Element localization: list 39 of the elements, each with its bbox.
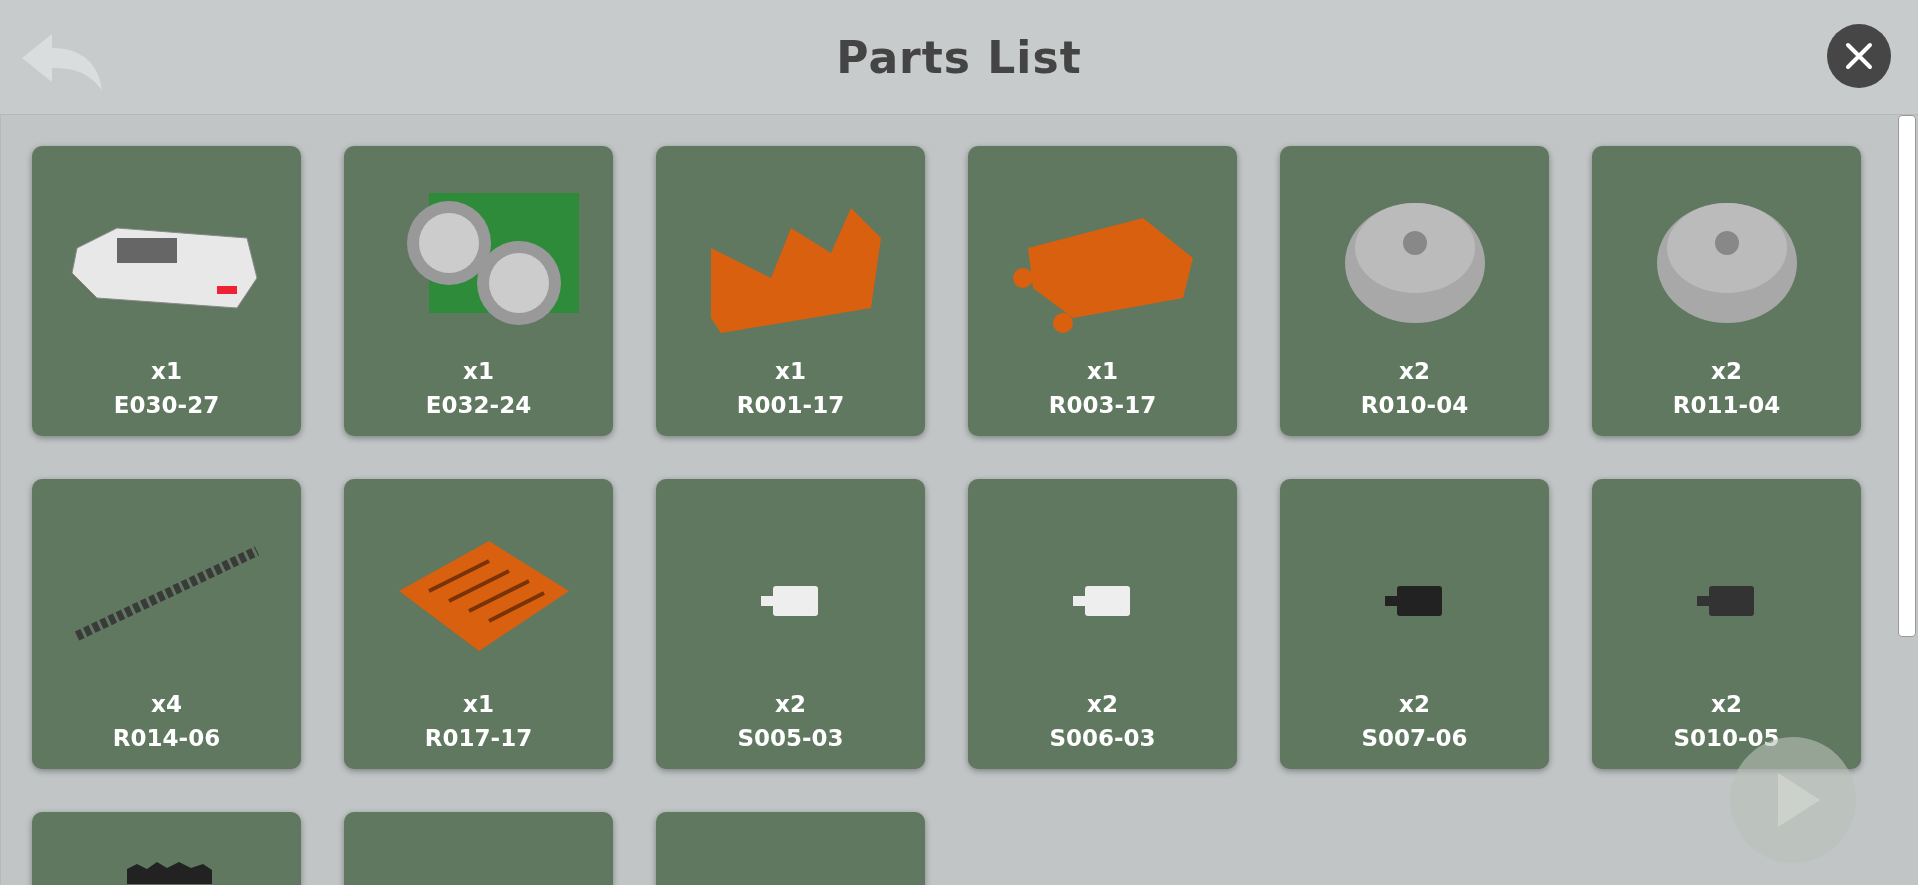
part-code: S010-05	[1673, 725, 1780, 751]
part-quantity: x2	[1711, 691, 1742, 717]
part-quantity: x2	[1711, 358, 1742, 384]
page-title: Parts List	[836, 31, 1082, 83]
part-code: S006-03	[1049, 725, 1156, 751]
part-code: R001-17	[736, 392, 845, 418]
part-quantity: x2	[1399, 691, 1430, 717]
part-quantity: x1	[463, 691, 494, 717]
part-quantity: x4	[151, 691, 182, 717]
part-quantity: x1	[463, 358, 494, 384]
part-card[interactable]: x2 S005-03	[656, 479, 925, 769]
scrollbar-thumb[interactable]	[1898, 115, 1916, 637]
part-card[interactable]: x2 S006-03	[968, 479, 1237, 769]
part-code: R003-17	[1048, 392, 1157, 418]
part-code: R011-04	[1672, 392, 1781, 418]
part-card[interactable]: x1 E032-24	[344, 146, 613, 436]
part-card[interactable]: x2 R011-04	[1592, 146, 1861, 436]
close-icon	[1844, 41, 1874, 71]
part-quantity: x1	[1087, 358, 1118, 384]
part-code: E032-24	[425, 392, 532, 418]
part-code: R010-04	[1360, 392, 1469, 418]
part-card[interactable]: x1 R003-17	[968, 146, 1237, 436]
part-card[interactable]: x1 E030-27	[32, 146, 301, 436]
part-quantity: x1	[775, 358, 806, 384]
part-quantity: x2	[1399, 358, 1430, 384]
part-card[interactable]: x2 S007-06	[1280, 479, 1549, 769]
part-card[interactable]: x2 S010-05	[1592, 479, 1861, 769]
part-card[interactable]: x1 R001-17	[656, 146, 925, 436]
part-quantity: x2	[1087, 691, 1118, 717]
part-code: R014-06	[112, 725, 221, 751]
part-code: R017-17	[424, 725, 533, 751]
part-card[interactable]: x4 R014-06	[32, 479, 301, 769]
part-card[interactable]: x2 R010-04	[1280, 146, 1549, 436]
part-code: E030-27	[113, 392, 220, 418]
part-quantity: x1	[151, 358, 182, 384]
part-code: S007-06	[1361, 725, 1468, 751]
part-card[interactable]: x1 R017-17	[344, 479, 613, 769]
part-code: S005-03	[737, 725, 844, 751]
part-quantity: x2	[775, 691, 806, 717]
